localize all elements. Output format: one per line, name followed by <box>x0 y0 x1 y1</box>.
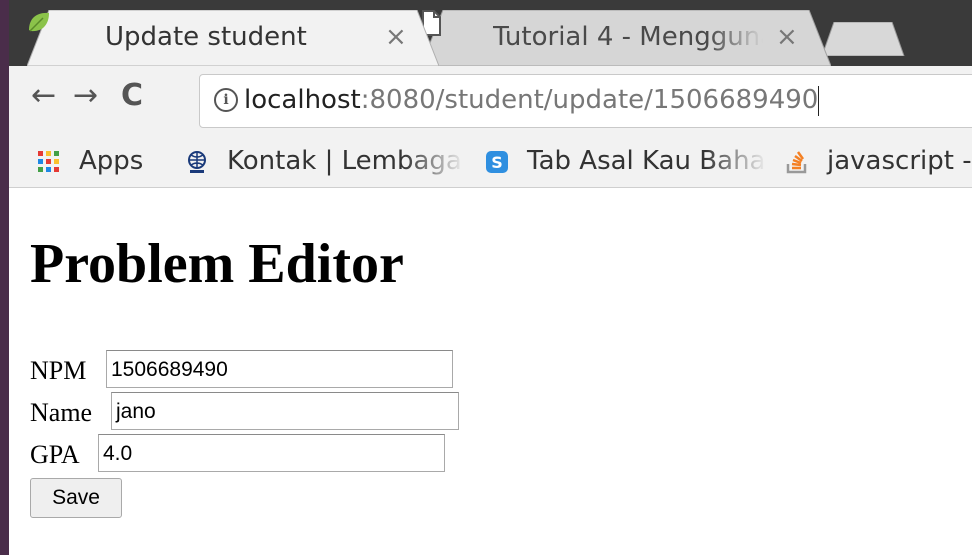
reload-icon[interactable]: C <box>121 78 143 113</box>
back-arrow-icon[interactable]: ← <box>31 78 56 113</box>
info-icon[interactable]: i <box>214 88 238 112</box>
name-label: Name <box>30 398 93 427</box>
address-bar[interactable]: i localhost:8080/student/update/15066894… <box>199 74 972 128</box>
npm-label: NPM <box>30 356 87 385</box>
svg-text:S: S <box>491 153 503 172</box>
bookmark-label: javascript - <box>827 146 972 176</box>
tab-title: Update student <box>105 22 307 52</box>
tab-close-icon[interactable]: × <box>385 22 407 52</box>
lipi-globe-icon <box>188 151 206 173</box>
bookmark-label: Tab Asal Kau Bahagia <box>527 146 767 176</box>
bookmark-kontak[interactable]: Kontak | Lembaga <box>185 146 465 178</box>
tab-close-icon[interactable]: × <box>776 22 798 52</box>
gpa-input[interactable]: 4.0 <box>98 434 445 472</box>
leaf-icon <box>29 12 49 32</box>
page-title: Problem Editor <box>30 233 404 295</box>
name-input[interactable]: jano <box>111 392 459 430</box>
window-border <box>0 0 9 555</box>
tab-update-student[interactable]: Update student × <box>27 10 439 66</box>
bookmark-label: Kontak | Lembaga <box>227 146 462 176</box>
npm-input[interactable]: 1506689490 <box>106 350 453 388</box>
url-path: :8080/student/update/1506689490 <box>360 85 819 115</box>
bookmark-tab-asal[interactable]: S Tab Asal Kau Bahagia <box>485 146 767 178</box>
tab-title: Tutorial 4 - Menggunakan <box>493 22 763 52</box>
url-host: localhost <box>244 85 361 115</box>
save-button[interactable]: Save <box>30 478 122 518</box>
blue-s-icon: S <box>486 151 508 173</box>
stackoverflow-icon <box>786 151 807 174</box>
toolbar: ← → C i localhost:8080/student/update/15… <box>9 66 972 138</box>
forward-arrow-icon[interactable]: → <box>73 78 98 113</box>
bookmark-apps[interactable]: Apps <box>37 146 167 178</box>
bookmark-label: Apps <box>79 146 144 176</box>
url-text[interactable]: localhost:8080/student/update/1506689490 <box>244 85 820 116</box>
text-caret <box>818 85 820 116</box>
bookmarks-bar: Apps Kontak | Lembaga S Tab Asal Kau Bah… <box>9 138 972 188</box>
tab-strip: Tutorial 4 - Menggunakan × Update studen… <box>9 0 972 66</box>
browser-chrome: Tutorial 4 - Menggunakan × Update studen… <box>9 0 972 189</box>
apps-grid-icon <box>38 151 59 172</box>
bookmark-javascript[interactable]: javascript - <box>785 146 972 178</box>
tab-tutorial[interactable]: Tutorial 4 - Menggunakan × <box>421 10 831 66</box>
gpa-label: GPA <box>30 440 80 469</box>
